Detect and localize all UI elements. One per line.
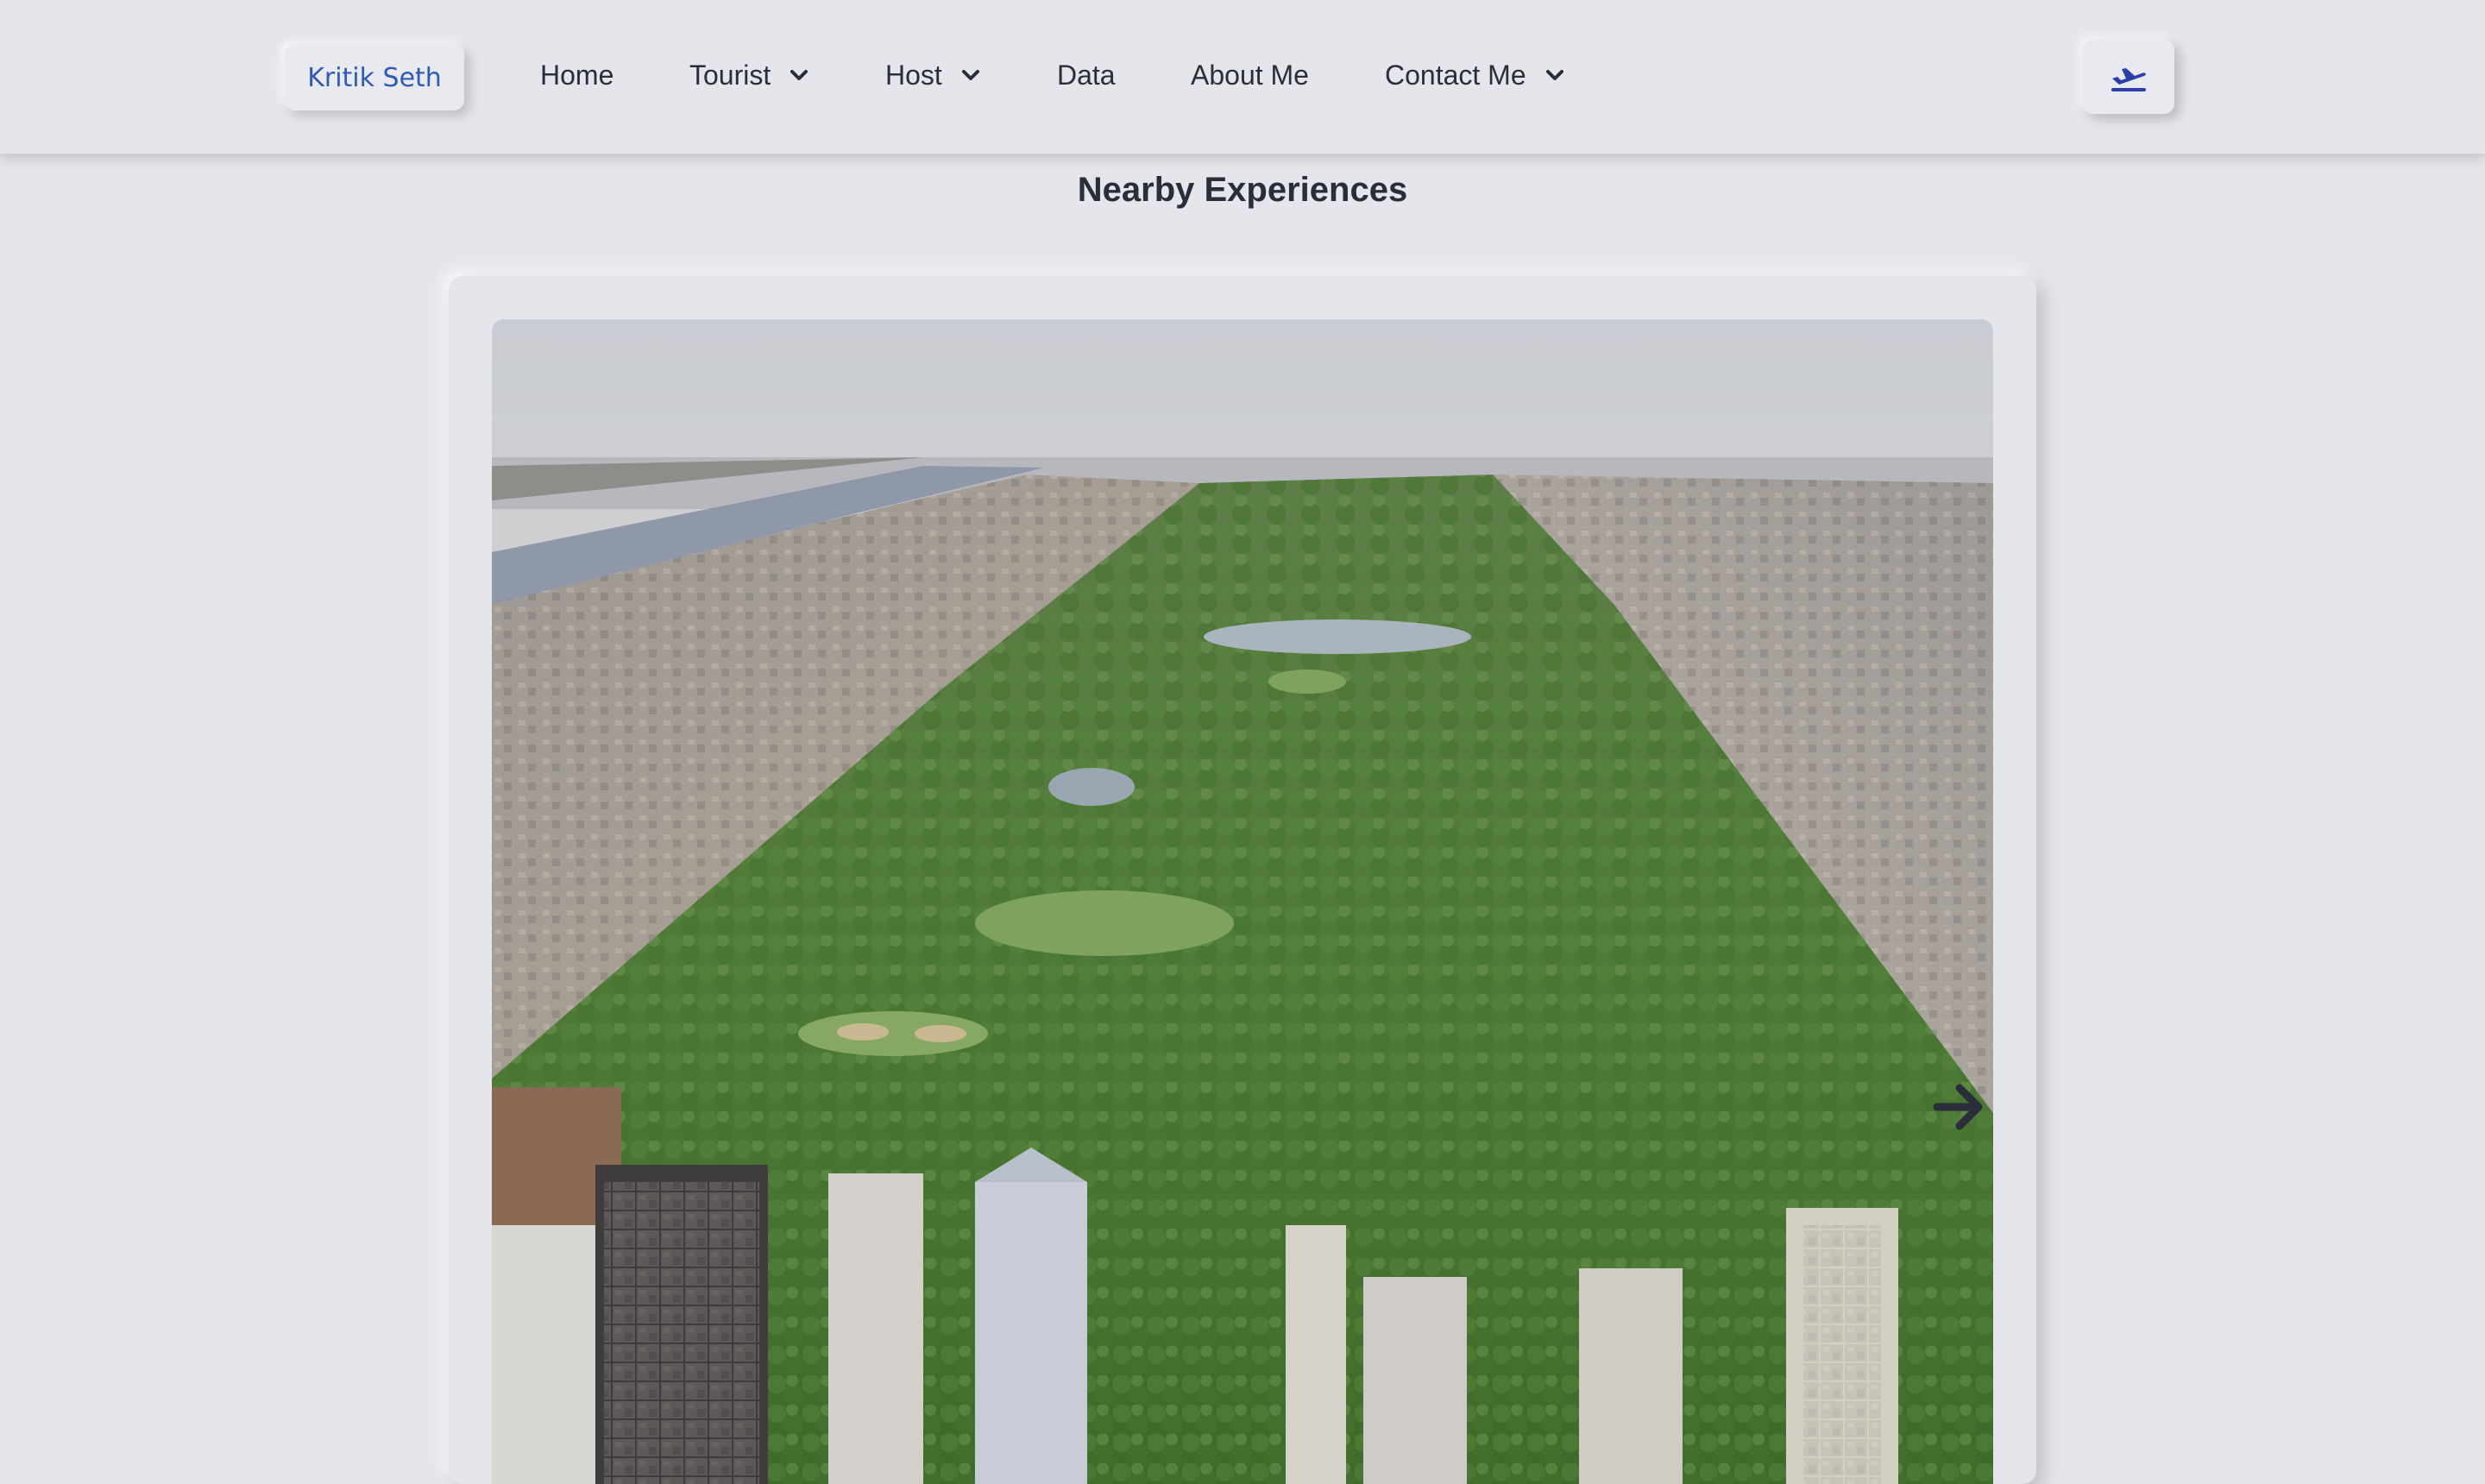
nav-item-host[interactable]: Host (885, 55, 980, 95)
experience-card (449, 276, 2036, 1484)
nav-item-label: Tourist (689, 59, 771, 91)
arrow-right-icon (1933, 1084, 1983, 1130)
brand-button[interactable]: Kritik Seth (285, 45, 464, 110)
section-title: Nearby Experiences (1077, 171, 1408, 209)
nav-item-label: Home (540, 59, 614, 91)
experience-photo (492, 319, 1993, 1484)
nav-item-label: Data (1057, 59, 1116, 91)
top-navbar: Kritik Seth Home Tourist Host Data About… (0, 0, 2485, 154)
chevron-down-icon (961, 70, 979, 80)
carousel-next-button[interactable] (1928, 1077, 1989, 1137)
city-park-image (492, 319, 1993, 1484)
nav-item-about-me[interactable]: About Me (1191, 55, 1309, 95)
nav-item-home[interactable]: Home (540, 55, 613, 95)
theme-toggle-button[interactable] (2083, 40, 2174, 114)
nav-item-contact-me[interactable]: Contact Me (1385, 55, 1564, 95)
nav-item-tourist[interactable]: Tourist (689, 55, 808, 95)
nav-item-label: Contact Me (1385, 59, 1526, 91)
nav-item-label: Host (885, 59, 942, 91)
chevron-down-icon (1545, 70, 1563, 80)
airplane-departure-icon (2111, 68, 2146, 91)
nav-item-label: About Me (1191, 59, 1309, 91)
chevron-down-icon (790, 70, 808, 80)
nav-item-data[interactable]: Data (1057, 55, 1116, 95)
